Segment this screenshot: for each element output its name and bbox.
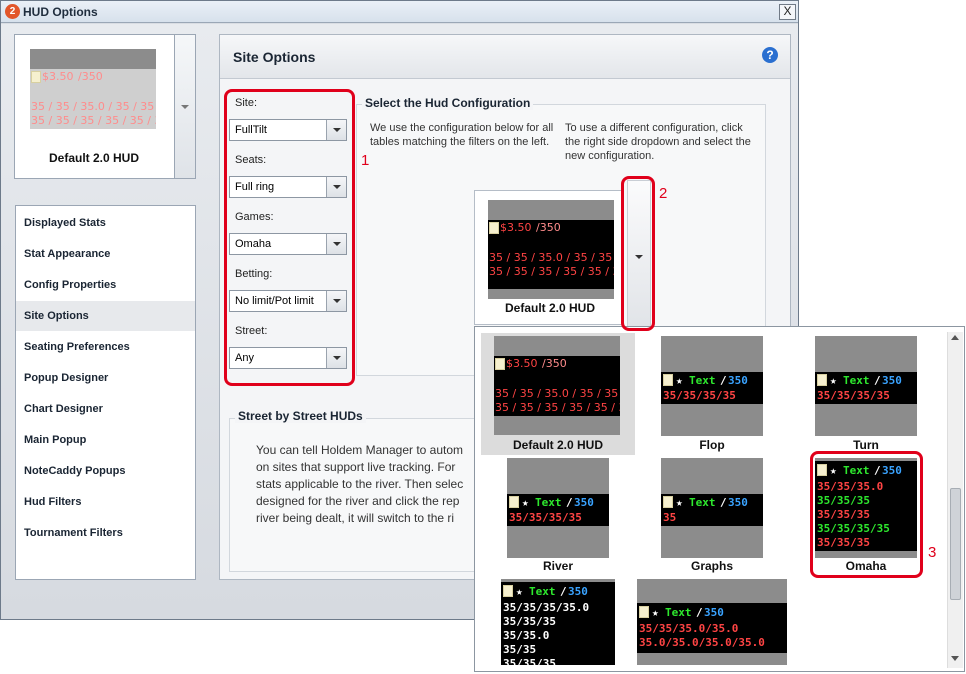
flop-num: 350: [728, 374, 748, 387]
default-row-1: 35 / 35 / 35.0 / 35 / 35 / 35: [495, 387, 620, 400]
current-hud-dropdown-button[interactable]: [174, 34, 196, 179]
sidebar-item-popup-designer[interactable]: Popup Designer: [16, 363, 195, 393]
item6-row-4: 35/35: [503, 643, 537, 656]
panel-header: Site Options ?: [220, 35, 790, 79]
hud-row-2: 35 / 35 / 35 / 35 / 35 / 35: [31, 114, 156, 127]
hud-row-1: 35 / 35 / 35.0 / 35 / 35 / 35: [31, 100, 156, 113]
selected-config-name: Default 2.0 HUD: [504, 301, 596, 315]
config-row-1: 35 / 35 / 35.0 / 35 / 35 / 35: [489, 251, 614, 264]
sidebar-item-tournament-filters[interactable]: Tournament Filters: [16, 518, 195, 548]
list-item-flop-thumbnail[interactable]: ★ Text / 350 35/35/35/35: [661, 336, 763, 436]
street-group-title: Street by Street HUDs: [235, 409, 366, 423]
graphs-text-label: Text: [689, 496, 716, 509]
annotation-number-2: 2: [659, 185, 668, 202]
annotation-box-3: [810, 451, 923, 578]
annotation-number-1: 1: [361, 152, 370, 169]
list-item-default-thumbnail[interactable]: $3.50 /350 35 / 35 / 35.0 / 35 / 35 / 35…: [494, 336, 620, 435]
note-icon: [495, 358, 505, 370]
item6-row-1: 35/35/35/35.0: [503, 601, 590, 614]
note-icon: [489, 222, 499, 234]
list-item-graphs-label[interactable]: Graphs: [661, 559, 763, 573]
list-item-7-thumbnail[interactable]: ★ Text / 350 35/35/35.0/35.0 35.0/35.0/3…: [637, 579, 787, 665]
hud-price: $3.50: [42, 70, 74, 83]
config-group-title: Select the Hud Configuration: [362, 96, 534, 110]
current-hud-name: Default 2.0 HUD: [48, 151, 140, 165]
sidebar-nav: Displayed Stats Stat Appearance Config P…: [15, 205, 196, 580]
list-item-turn-label[interactable]: Turn: [815, 438, 917, 452]
app-logo-icon: 2: [5, 4, 20, 19]
help-icon[interactable]: ?: [762, 47, 778, 63]
sidebar-item-config-properties[interactable]: Config Properties: [16, 270, 195, 300]
config-desc-right: To use a different configuration, click …: [565, 122, 751, 162]
list-item-river-label[interactable]: River: [507, 559, 609, 573]
graphs-row: 35: [663, 511, 677, 524]
scroll-up-icon[interactable]: [951, 335, 959, 340]
selected-config-thumbnail: $3.50 /350 35 / 35 / 35.0 / 35 / 35 / 35…: [488, 200, 614, 299]
list-item-river-thumbnail[interactable]: ★ Text / 350 35/35/35/35: [507, 458, 609, 558]
item6-num: 350: [568, 585, 588, 598]
config-blinds: /350: [536, 221, 561, 234]
page-title: Site Options: [233, 49, 316, 65]
config-desc-left: We use the configuration below for all t…: [370, 122, 554, 148]
scroll-down-icon[interactable]: [951, 656, 959, 661]
street-description: You can tell Holdem Manager to autom on …: [256, 443, 464, 525]
scrollbar-thumb[interactable]: [950, 488, 961, 600]
selected-config-card[interactable]: $3.50 /350 35 / 35 / 35.0 / 35 / 35 / 35…: [474, 190, 624, 325]
note-icon: [663, 374, 673, 386]
item7-row-1: 35/35/35.0/35.0: [639, 622, 739, 635]
note-icon: [509, 496, 519, 508]
annotation-box-1: [224, 89, 355, 386]
current-hud-selector[interactable]: $3.50 /350 35 / 35 / 35.0 / 35 / 35 / 35…: [14, 34, 196, 179]
config-row-2: 35 / 35 / 35 / 35 / 35 / 35: [489, 265, 614, 278]
note-icon: [31, 71, 41, 83]
turn-num: 350: [882, 374, 902, 387]
default-blinds: /350: [542, 357, 567, 370]
flop-row: 35/35/35/35: [663, 389, 736, 402]
turn-row: 35/35/35/35: [817, 389, 890, 402]
graphs-num: 350: [728, 496, 748, 509]
default-price: $3.50: [506, 357, 538, 370]
item7-row-2: 35.0/35.0/35.0/35.0: [639, 636, 765, 649]
chevron-down-icon: [181, 105, 189, 109]
title-bar: 2 HUD Options X: [1, 1, 798, 23]
sidebar-item-site-options[interactable]: Site Options: [16, 301, 195, 331]
list-item-default-label[interactable]: Default 2.0 HUD: [481, 438, 635, 452]
item6-text-label: Text: [529, 585, 556, 598]
hud-blinds: /350: [78, 70, 103, 83]
note-icon: [817, 374, 827, 386]
config-price: $3.50: [500, 221, 532, 234]
item7-num: 350: [704, 606, 724, 619]
list-item-6-thumbnail[interactable]: ★ Text / 350 35/35/35/35.0 35/35/35 35/3…: [501, 579, 615, 665]
sidebar-item-seating-preferences[interactable]: Seating Preferences: [16, 332, 195, 362]
note-icon: [639, 606, 649, 618]
annotation-box-2: [621, 176, 655, 331]
item6-row-3: 35/35.0: [503, 629, 550, 642]
river-num: 350: [574, 496, 594, 509]
river-text-label: Text: [535, 496, 562, 509]
current-hud-thumbnail: $3.50 /350 35 / 35 / 35.0 / 35 / 35 / 35…: [30, 49, 156, 129]
sidebar-item-main-popup[interactable]: Main Popup: [16, 425, 195, 455]
note-icon: [663, 496, 673, 508]
default-row-2: 35 / 35 / 35 / 35 / 35 / 35: [495, 401, 620, 414]
flop-text-label: Text: [689, 374, 716, 387]
sidebar-item-stat-appearance[interactable]: Stat Appearance: [16, 239, 195, 269]
list-item-flop-label[interactable]: Flop: [661, 438, 763, 452]
sidebar-item-notecaddy-popups[interactable]: NoteCaddy Popups: [16, 456, 195, 486]
window-title: HUD Options: [23, 5, 98, 19]
sidebar-item-chart-designer[interactable]: Chart Designer: [16, 394, 195, 424]
list-item-turn-thumbnail[interactable]: ★ Text / 350 35/35/35/35: [815, 336, 917, 436]
close-button[interactable]: X: [779, 4, 796, 20]
turn-text-label: Text: [843, 374, 870, 387]
item6-row-5: 35/35/35: [503, 657, 556, 665]
annotation-number-3: 3: [928, 544, 937, 561]
item7-text-label: Text: [665, 606, 692, 619]
note-icon: [503, 585, 513, 597]
list-item-graphs-thumbnail[interactable]: ★ Text / 350 35: [661, 458, 763, 558]
sidebar-item-hud-filters[interactable]: Hud Filters: [16, 487, 195, 517]
river-row: 35/35/35/35: [509, 511, 582, 524]
item6-row-2: 35/35/35: [503, 615, 556, 628]
sidebar-item-displayed-stats[interactable]: Displayed Stats: [16, 208, 195, 238]
